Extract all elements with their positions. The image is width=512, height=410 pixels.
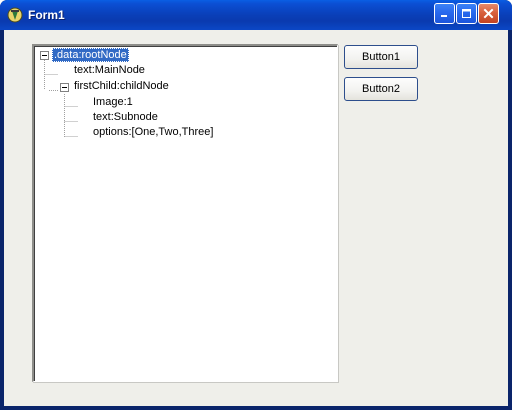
tree-node-text[interactable]: text:MainNode xyxy=(72,63,147,77)
minimize-button[interactable] xyxy=(434,3,455,24)
tree-node-image[interactable]: Image:1 xyxy=(91,95,135,109)
close-icon xyxy=(483,8,494,19)
form-client-area: .data:rootNode text:MainNode firstChild:… xyxy=(4,30,508,406)
tree-node-options[interactable]: options:[One,Two,Three] xyxy=(91,125,215,139)
expand-toggle-root[interactable] xyxy=(40,51,49,60)
app-icon[interactable] xyxy=(7,7,23,23)
button2[interactable]: Button2 xyxy=(344,77,418,101)
expand-toggle-firstchild[interactable] xyxy=(60,83,69,92)
tree-node-firstchild[interactable]: firstChild:childNode xyxy=(72,79,171,93)
app-window: Form1 .data:rootNode text:MainNode first… xyxy=(0,0,512,410)
tree-view[interactable]: .data:rootNode text:MainNode firstChild:… xyxy=(32,44,338,382)
tree-connector-lines xyxy=(44,60,78,137)
tree-node-root[interactable]: .data:rootNode xyxy=(52,48,129,62)
button1[interactable]: Button1 xyxy=(344,45,418,69)
close-button[interactable] xyxy=(478,3,499,24)
minimize-icon xyxy=(441,15,447,17)
tree-node-subtext[interactable]: text:Subnode xyxy=(91,110,160,124)
window-title: Form1 xyxy=(28,8,65,22)
maximize-icon xyxy=(462,9,471,18)
maximize-button[interactable] xyxy=(456,3,477,24)
title-bar[interactable]: Form1 xyxy=(0,0,512,30)
